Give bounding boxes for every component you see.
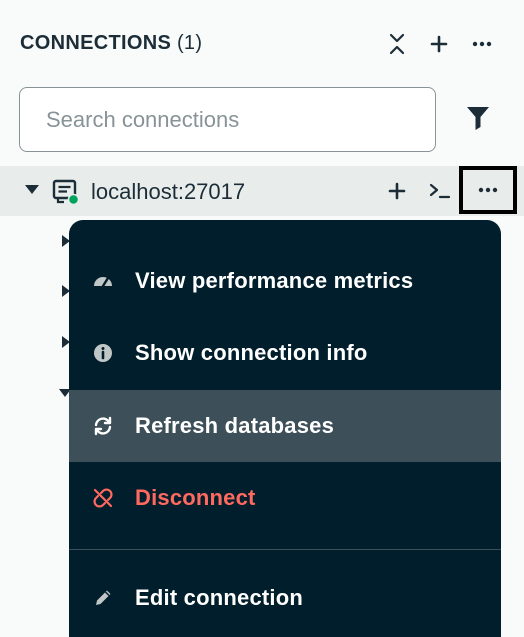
search-box[interactable] — [19, 87, 436, 152]
filter-button[interactable] — [458, 98, 498, 138]
collapse-icon — [389, 33, 405, 55]
menu-item-show-connection-info[interactable]: Show connection info — [69, 317, 501, 389]
shell-icon — [429, 183, 451, 199]
ellipsis-icon — [472, 41, 492, 47]
header-more-button[interactable] — [466, 28, 498, 60]
search-input[interactable] — [46, 106, 406, 133]
menu-item-label: Disconnect — [135, 485, 256, 510]
plus-icon — [430, 35, 448, 53]
connections-title-label: CONNECTIONS — [20, 32, 172, 54]
menu-item-disconnect[interactable]: Disconnect — [69, 462, 501, 534]
menu-item-refresh-databases[interactable]: Refresh databases — [69, 390, 501, 462]
create-database-button[interactable] — [381, 175, 413, 207]
disconnect-icon — [91, 486, 115, 510]
add-connection-button[interactable] — [423, 28, 455, 60]
connected-status-dot — [67, 193, 80, 205]
menu-item-label: Show connection info — [135, 340, 368, 365]
connections-title: CONNECTIONS (1) — [20, 32, 202, 55]
menu-divider — [69, 549, 501, 550]
connection-more-button[interactable] — [459, 166, 517, 214]
menu-item-view-performance-metrics[interactable]: View performance metrics — [69, 245, 501, 317]
server-icon — [52, 179, 80, 205]
connection-row[interactable]: localhost:27017 — [0, 166, 524, 216]
ellipsis-icon — [478, 187, 498, 193]
menu-item-label: View performance metrics — [135, 268, 414, 293]
plus-icon — [388, 182, 406, 200]
connection-name[interactable]: localhost:27017 — [91, 179, 245, 205]
menu-item-label: Edit connection — [135, 585, 303, 610]
open-shell-button[interactable] — [424, 175, 456, 207]
collapse-all-button[interactable] — [381, 28, 413, 60]
pencil-icon — [91, 586, 115, 610]
filter-icon — [467, 107, 489, 130]
menu-item-edit-connection[interactable]: Edit connection — [69, 562, 501, 634]
info-icon — [91, 341, 115, 365]
refresh-icon — [91, 414, 115, 438]
connections-header: CONNECTIONS (1) — [0, 0, 524, 88]
caret-down-icon[interactable] — [25, 185, 39, 194]
connection-context-menu: View performance metrics Show connection… — [69, 220, 501, 637]
gauge-icon — [91, 269, 115, 293]
menu-item-label: Refresh databases — [135, 413, 335, 438]
connections-count: (1) — [176, 32, 203, 54]
